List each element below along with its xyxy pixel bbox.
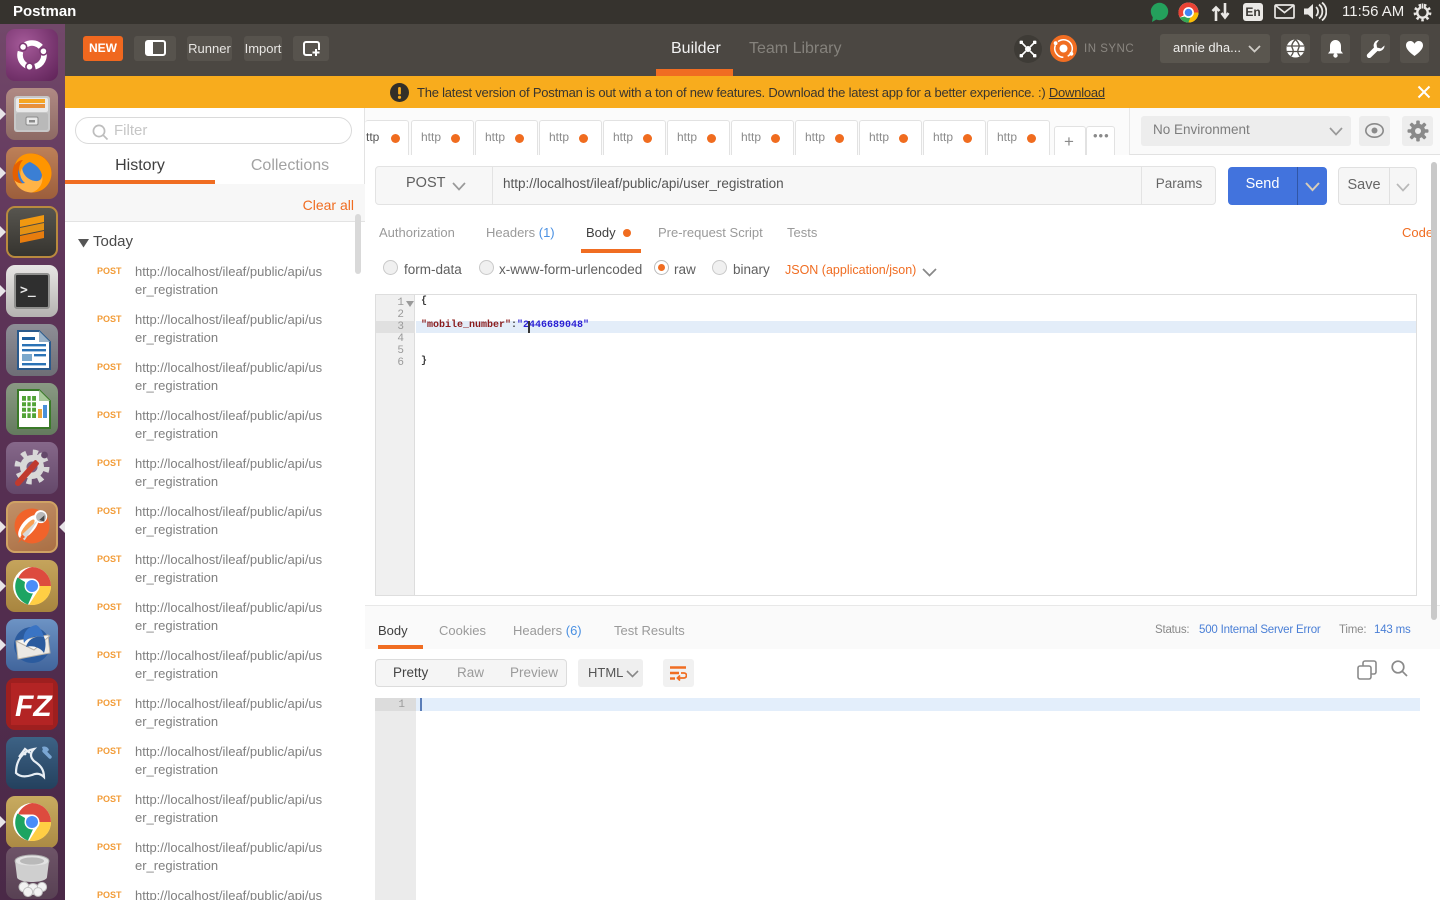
svg-text:>_: >_ — [20, 283, 36, 298]
svg-text:FZ: FZ — [15, 690, 53, 723]
